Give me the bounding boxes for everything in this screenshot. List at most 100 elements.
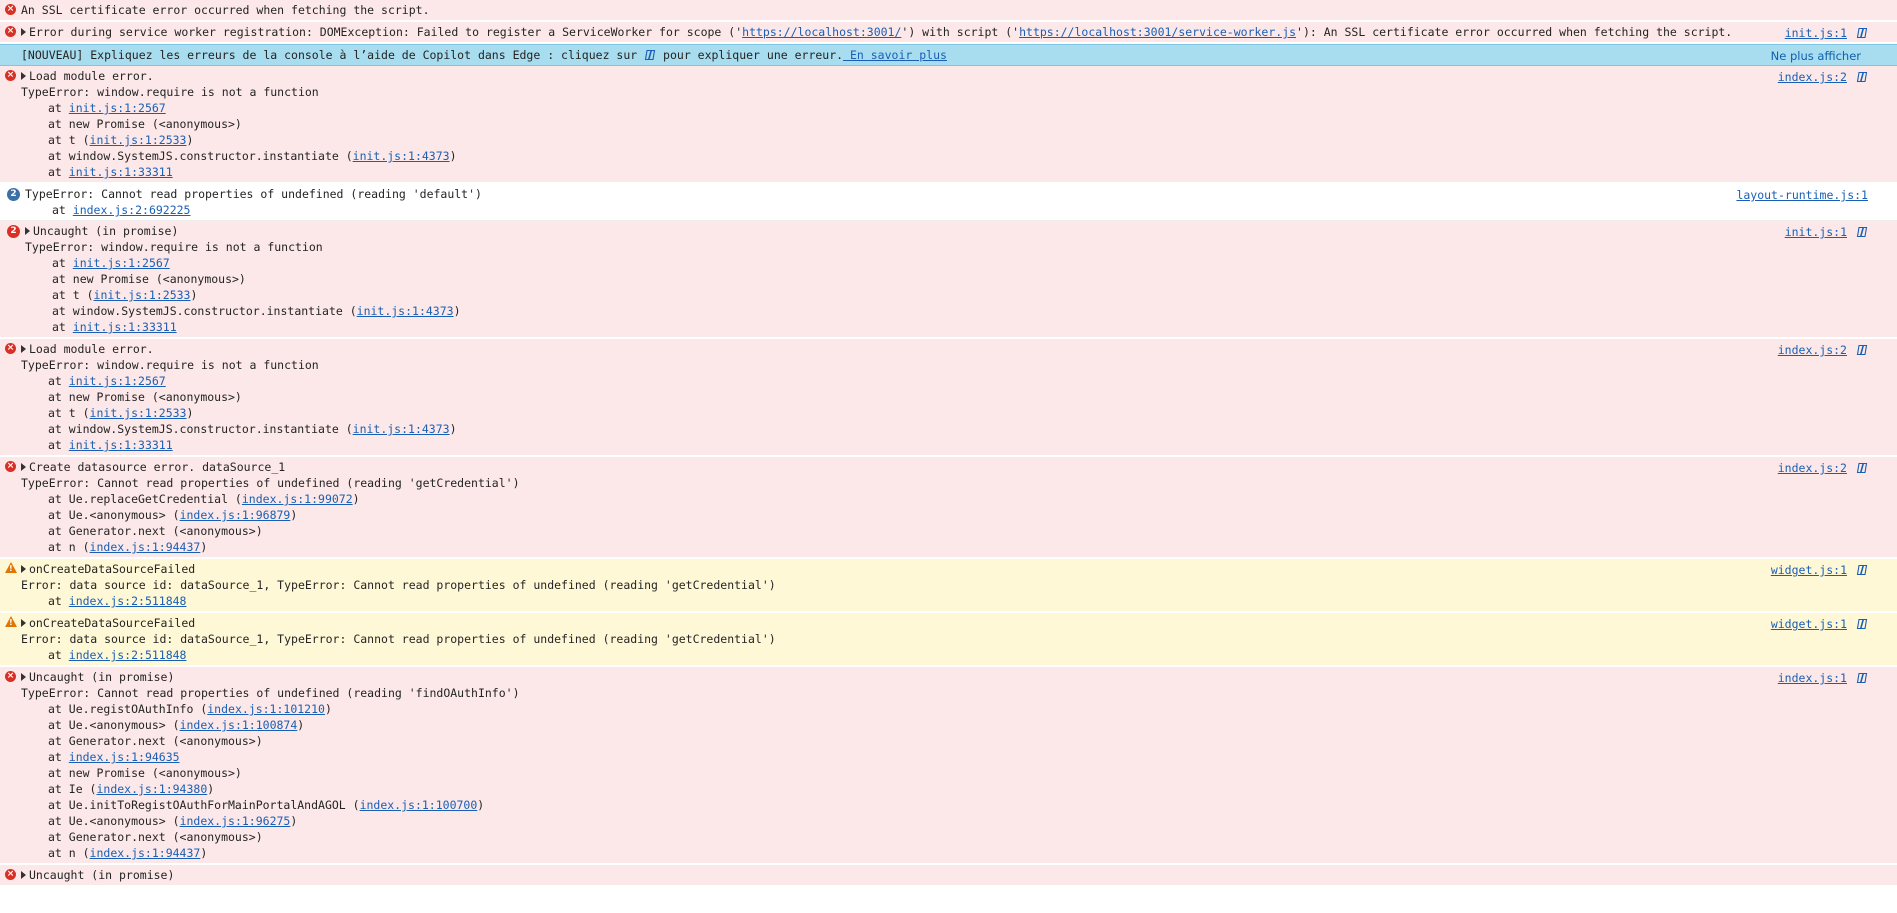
frame-text: at Ue.replaceGetCredential (	[48, 492, 242, 506]
message-source-link[interactable]: index.js:1	[1778, 670, 1847, 686]
message-line-text: Create datasource error. dataSource_1	[29, 460, 286, 474]
message-text: Uncaught (in promise)	[0, 867, 1897, 883]
frame-text: at t (	[52, 288, 94, 302]
expand-triangle-icon[interactable]	[21, 345, 26, 353]
frame-text: )	[290, 814, 298, 828]
source-location-link[interactable]: index.js:1:94380	[96, 782, 207, 796]
message-line-text: Load module error.	[29, 342, 154, 356]
message-line-text: Load module error.	[29, 69, 154, 83]
source-location-link[interactable]: init.js:1:2533	[90, 133, 187, 147]
source-location-link[interactable]: index.js:1:94437	[90, 540, 201, 554]
stack-frame: at new Promise (<anonymous>)	[0, 271, 1897, 287]
frame-text: )	[453, 304, 461, 318]
message-text: TypeError: Cannot read properties of und…	[0, 475, 1897, 491]
expand-triangle-icon[interactable]	[21, 565, 26, 573]
source-location-link[interactable]: init.js:1:33311	[69, 165, 173, 179]
message-source-link[interactable]: widget.js:1	[1771, 616, 1847, 632]
stack-frame: at Ue.<anonymous> (index.js:1:96879)	[0, 507, 1897, 523]
frame-text: at n (	[48, 846, 90, 860]
source-location-link[interactable]: init.js:1:4373	[357, 304, 454, 318]
source-location-link[interactable]: index.js:1:96879	[180, 508, 291, 522]
stack-frame: at Generator.next (<anonymous>)	[0, 523, 1897, 539]
stack-frame: at Generator.next (<anonymous>)	[0, 733, 1897, 749]
source-location-link[interactable]: index.js:1:94635	[69, 750, 180, 764]
source-location-link[interactable]: init.js:1:4373	[353, 422, 450, 436]
source-location-link[interactable]: init.js:1:2567	[69, 101, 166, 115]
message-text: onCreateDataSourceFailed	[0, 561, 1897, 577]
learn-more-link[interactable]: En savoir plus	[843, 48, 947, 62]
message-source-link[interactable]: init.js:1	[1785, 25, 1847, 41]
stack-frame: at init.js:1:33311	[0, 319, 1897, 335]
console-message-error: × Load module error. TypeError: window.req…	[0, 339, 1897, 457]
frame-text: at	[48, 648, 69, 662]
message-source-link[interactable]: index.js:2	[1778, 342, 1847, 358]
copilot-icon[interactable]	[1856, 226, 1868, 238]
expand-triangle-icon[interactable]	[21, 619, 26, 627]
source-location-link[interactable]: https://localhost:3001/	[742, 25, 901, 39]
message-text: Load module error.	[0, 68, 1897, 84]
stack-frame: at index.js:2:511848	[0, 593, 1897, 609]
source-location-link[interactable]: index.js:2:692225	[73, 203, 191, 217]
frame-text: )	[200, 846, 208, 860]
console-message-error: × An SSL certificate error occurred when …	[0, 0, 1897, 22]
source-location-link[interactable]: init.js:1:2533	[90, 406, 187, 420]
copilot-icon[interactable]	[1856, 564, 1868, 576]
message-text: Error: data source id: dataSource_1, Typ…	[0, 577, 1897, 593]
copilot-icon[interactable]	[1856, 71, 1868, 83]
message-source-link[interactable]: layout-runtime.js:1	[1736, 187, 1868, 203]
source-location-link[interactable]: https://localhost:3001/service-worker.js	[1019, 25, 1296, 39]
stack-frame: at index.js:2:692225	[0, 202, 1897, 218]
frame-text: at	[52, 203, 73, 217]
message-text: TypeError: window.require is not a funct…	[0, 84, 1897, 100]
frame-text: at Generator.next (<anonymous>)	[48, 524, 263, 538]
message-source-link[interactable]: init.js:1	[1785, 224, 1847, 240]
expand-triangle-icon[interactable]	[21, 28, 26, 36]
dismiss-banner-button[interactable]: Ne plus afficher	[1771, 48, 1861, 64]
message-line-text: onCreateDataSourceFailed	[29, 616, 196, 630]
source-location-link[interactable]: index.js:1:100700	[360, 798, 478, 812]
copilot-icon[interactable]	[1856, 618, 1868, 630]
frame-text: at n (	[48, 540, 90, 554]
stack-frame: at Ue.replaceGetCredential (index.js:1:9…	[0, 491, 1897, 507]
copilot-icon[interactable]	[1856, 344, 1868, 356]
source-location-link[interactable]: index.js:1:96275	[180, 814, 291, 828]
expand-triangle-icon[interactable]	[21, 673, 26, 681]
copilot-icon[interactable]	[1856, 462, 1868, 474]
message-source-link[interactable]: widget.js:1	[1771, 562, 1847, 578]
stack-frame: at Ue.initToRegistOAuthForMainPortalAndA…	[0, 797, 1897, 813]
message-line-text: Uncaught (in promise)	[33, 224, 179, 238]
console-message-error: × Uncaught (in promise) TypeError: Cannot …	[0, 667, 1897, 865]
source-location-link[interactable]: init.js:1:33311	[73, 320, 177, 334]
expand-triangle-icon[interactable]	[21, 871, 26, 879]
frame-text: ') with script ('	[901, 25, 1020, 39]
expand-triangle-icon[interactable]	[21, 72, 26, 80]
source-location-link[interactable]: init.js:1:2567	[69, 374, 166, 388]
frame-text: at window.SystemJS.constructor.instantia…	[48, 422, 353, 436]
source-location-link[interactable]: init.js:1:2533	[94, 288, 191, 302]
message-text: Create datasource error. dataSource_1	[0, 459, 1897, 475]
message-source-link[interactable]: index.js:2	[1778, 460, 1847, 476]
source-location-link[interactable]: index.js:1:94437	[90, 846, 201, 860]
frame-text: Error during service worker registration…	[29, 25, 743, 39]
expand-triangle-icon[interactable]	[25, 227, 30, 235]
stack-frame: at init.js:1:2567	[0, 373, 1897, 389]
source-location-link[interactable]: init.js:1:2567	[73, 256, 170, 270]
expand-triangle-icon[interactable]	[21, 463, 26, 471]
source-location-link[interactable]: index.js:1:99072	[242, 492, 353, 506]
copilot-icon[interactable]	[1856, 672, 1868, 684]
source-location-link[interactable]: init.js:1:33311	[69, 438, 173, 452]
message-source-link[interactable]: index.js:2	[1778, 69, 1847, 85]
frame-text: at new Promise (<anonymous>)	[48, 117, 242, 131]
frame-text: at Generator.next (<anonymous>)	[48, 830, 263, 844]
source-location-link[interactable]: index.js:1:101210	[207, 702, 325, 716]
source-location-link[interactable]: index.js:2:511848	[69, 594, 187, 608]
copilot-icon[interactable]	[1856, 27, 1868, 39]
stack-frame: at window.SystemJS.constructor.instantia…	[0, 421, 1897, 437]
console-message-error: × Create datasource error. dataSource_1 Ty…	[0, 457, 1897, 559]
source-location-link[interactable]: index.js:2:511848	[69, 648, 187, 662]
frame-text: '): An SSL certificate error occurred wh…	[1296, 25, 1733, 39]
frame-text: )	[290, 508, 298, 522]
stack-frame: at t (init.js:1:2533)	[0, 287, 1897, 303]
source-location-link[interactable]: index.js:1:100874	[180, 718, 298, 732]
source-location-link[interactable]: init.js:1:4373	[353, 149, 450, 163]
